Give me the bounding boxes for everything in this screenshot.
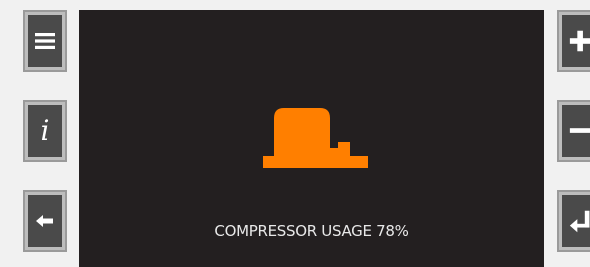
arrow-left-icon	[36, 215, 53, 227]
compressor-icon	[263, 108, 368, 168]
display-screen: COMPRESSOR USAGE 78%	[79, 10, 544, 267]
minus-icon	[569, 128, 590, 133]
back-button[interactable]	[23, 190, 67, 252]
plus-button[interactable]	[557, 10, 590, 72]
enter-return-icon	[569, 210, 590, 233]
compressor-usage-status: COMPRESSOR USAGE 78%	[214, 222, 409, 240]
hamburger-menu-icon	[35, 33, 55, 49]
plus-icon	[569, 30, 590, 52]
minus-button[interactable]	[557, 100, 590, 162]
info-icon: i	[40, 114, 50, 147]
enter-button[interactable]	[557, 190, 590, 252]
menu-button[interactable]	[23, 10, 67, 72]
info-button[interactable]: i	[23, 100, 67, 162]
